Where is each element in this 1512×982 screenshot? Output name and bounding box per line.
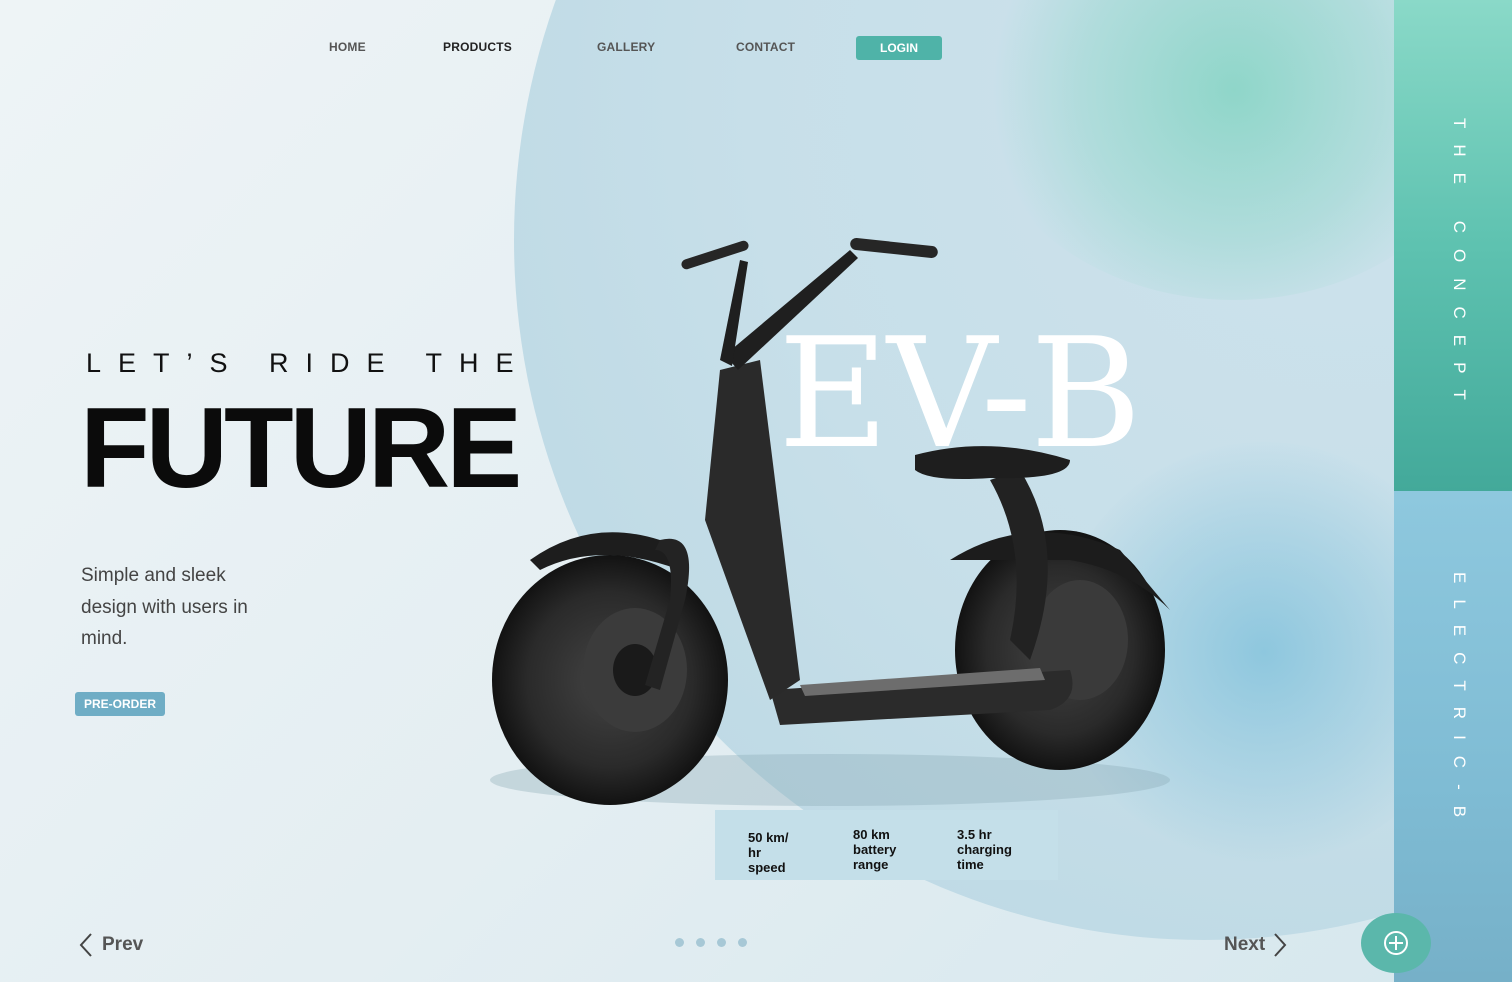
top-nav: HOME PRODUCTS GALLERY CONTACT LOGIN <box>0 36 1000 60</box>
login-button[interactable]: LOGIN <box>856 36 942 60</box>
hero-description: Simple and sleek design with users in mi… <box>81 565 248 649</box>
nav-products[interactable]: PRODUCTS <box>443 40 512 54</box>
specs-panel: 50 km/ hr speed 80 km battery range 3.5 … <box>715 810 1058 880</box>
preorder-button[interactable]: PRE-ORDER <box>75 692 165 716</box>
spec-charging: 3.5 hr charging time <box>957 827 1012 872</box>
nav-contact[interactable]: CONTACT <box>736 40 795 54</box>
pagination-dot[interactable] <box>696 938 705 947</box>
pagination-dot[interactable] <box>717 938 726 947</box>
side-label-concept: THE CONCEPT <box>1450 118 1469 416</box>
plus-icon <box>1384 931 1408 955</box>
next-button[interactable]: Next <box>1224 930 1294 960</box>
chevron-left-icon <box>79 933 92 957</box>
chevron-right-icon <box>1274 933 1287 957</box>
pagination-dot[interactable] <box>738 938 747 947</box>
scooter-image <box>490 238 1170 806</box>
spec-speed: 50 km/ hr speed <box>748 830 789 875</box>
nav-home[interactable]: HOME <box>329 40 366 54</box>
hero-title: FUTURE <box>80 385 522 512</box>
hero-kicker: LET’S RIDE THE <box>86 348 531 378</box>
spec-range: 80 km battery range <box>853 827 897 872</box>
side-label-electric: ELECTRIC-B <box>1450 572 1469 834</box>
nav-gallery[interactable]: GALLERY <box>597 40 655 54</box>
prev-label: Prev <box>102 934 144 955</box>
add-button[interactable] <box>1361 913 1431 973</box>
pagination-dot[interactable] <box>675 938 684 947</box>
next-label: Next <box>1224 934 1266 955</box>
